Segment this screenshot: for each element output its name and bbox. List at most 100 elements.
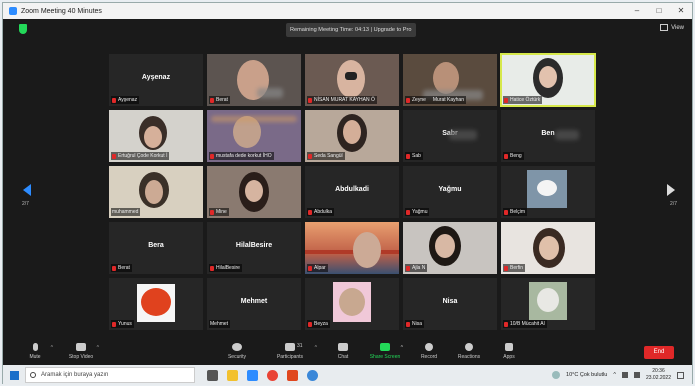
participant-tile[interactable]: muhammed (109, 166, 203, 218)
participant-label: Berfin (503, 264, 526, 272)
participants-button[interactable]: Participants 31 ^ (267, 343, 317, 360)
participants-count: 31 (297, 343, 303, 349)
muted-mic-icon (112, 321, 116, 327)
participant-label: Belçim (503, 208, 528, 216)
participant-tile[interactable]: Nisa Nisa (403, 278, 497, 330)
zoom-window: Zoom Meeting 40 Minutes – □ ✕ Remaining … (2, 2, 693, 385)
task-view-icon[interactable] (207, 369, 218, 381)
participant-tile[interactable]: Ben Beng (501, 110, 595, 162)
network-icon[interactable] (621, 372, 628, 378)
chevron-up-icon[interactable]: ^ (401, 345, 403, 351)
participant-tile[interactable]: NİSAN MURAT KAYHAN Ö (305, 54, 399, 106)
participant-tile[interactable]: Alpar (305, 222, 399, 274)
participant-label: Yağmu (405, 208, 430, 216)
participant-label: Ertuğrul Çode Korkut İ (111, 152, 170, 160)
participant-label: Beyza (307, 320, 330, 328)
participant-label: HilalBesire (209, 264, 242, 272)
record-icon (425, 343, 433, 351)
upgrade-link[interactable]: Upgrade to Pro (374, 27, 412, 33)
chevron-up-icon[interactable]: ^ (51, 345, 53, 351)
participant-tile[interactable]: Bera Berat (109, 222, 203, 274)
search-icon (30, 372, 36, 378)
clock[interactable]: 20:36 23.02.2022 (646, 368, 671, 382)
participant-tile[interactable]: Berat (207, 54, 301, 106)
participant-tile[interactable]: Ertuğrul Çode Korkut İ (109, 110, 203, 162)
participant-name-display: Nisa (442, 298, 458, 305)
grid-view-icon (660, 24, 669, 31)
security-button[interactable]: Security (217, 343, 257, 360)
view-button[interactable]: View (660, 24, 684, 31)
bridge-background (305, 250, 399, 254)
participant-tile[interactable]: mustafa dede korkut İHO (207, 110, 301, 162)
participant-tile[interactable]: Mehmet Mehmet (207, 278, 301, 330)
participant-tile[interactable]: Mine (207, 166, 301, 218)
shield-icon[interactable] (19, 24, 27, 34)
chevron-up-icon[interactable]: ^ (613, 372, 616, 378)
close-icon[interactable]: ✕ (670, 3, 692, 19)
participant-name-display: Ayşenaz (141, 74, 171, 81)
chrome-icon[interactable] (267, 369, 278, 381)
participant-tile[interactable]: Seda Sangül (305, 110, 399, 162)
file-explorer-icon[interactable] (227, 369, 238, 381)
security-shield-icon (232, 343, 242, 351)
end-meeting-button[interactable]: End (644, 346, 674, 359)
participant-tile[interactable]: Abdulkadi Abdulka (305, 166, 399, 218)
participant-label: NİSAN MURAT KAYHAN Ö (307, 96, 377, 104)
cartoon-avatar (141, 288, 171, 316)
participant-tile[interactable]: Beyza (305, 278, 399, 330)
muted-mic-icon (406, 265, 410, 271)
muted-mic-icon (504, 321, 508, 327)
participant-name-display: Abdulkadi (335, 186, 369, 193)
participant-tile[interactable]: Zeyne Murat Kayhan (403, 54, 497, 106)
share-screen-button[interactable]: Share Screen ^ (365, 343, 405, 360)
participant-tile[interactable]: Yunus (109, 278, 203, 330)
participant-label: Ajla N (405, 264, 428, 272)
participant-tile[interactable]: Berfin (501, 222, 595, 274)
stop-video-button[interactable]: Stop Video ^ (61, 343, 101, 360)
participant-label: Hatice Öztürk (503, 96, 543, 104)
apps-button[interactable]: Apps (489, 343, 529, 360)
volume-icon[interactable] (633, 372, 640, 378)
taskbar-search[interactable]: Aramak için buraya yazın (25, 367, 195, 383)
participant-tile-active-speaker[interactable]: Hatice Öztürk (500, 53, 596, 107)
start-button[interactable] (3, 365, 25, 385)
participant-tile[interactable]: Yağmu Yağmu (403, 166, 497, 218)
participant-label: mustafa dede korkut İHO (209, 152, 274, 160)
participant-tile[interactable]: Ayşenaz Ayşenaz (109, 54, 203, 106)
participant-name-display: Bera (148, 242, 164, 249)
minimize-icon[interactable]: – (626, 3, 648, 19)
participant-tile[interactable]: Sabr Sab (403, 110, 497, 162)
participant-label: Alpar (307, 264, 328, 272)
participant-tile[interactable]: Belçim (501, 166, 595, 218)
chat-button[interactable]: Chat (323, 343, 363, 360)
reactions-button[interactable]: Reactions (449, 343, 489, 360)
participant-tile[interactable]: HilalBesire HilalBesire (207, 222, 301, 274)
muted-mic-icon (210, 153, 214, 159)
record-button[interactable]: Record (409, 343, 449, 360)
participants-icon (285, 343, 295, 351)
edge-icon[interactable] (307, 369, 318, 381)
weather-text[interactable]: 10°C Çok bulutlu (566, 372, 607, 378)
office-icon[interactable] (287, 369, 298, 381)
previous-page-arrow-icon[interactable] (23, 184, 31, 196)
chevron-up-icon[interactable]: ^ (97, 345, 99, 351)
muted-mic-icon (308, 209, 312, 215)
maximize-icon[interactable]: □ (648, 3, 670, 19)
participant-label: Berat (111, 264, 132, 272)
share-screen-icon (380, 343, 390, 351)
muted-mic-icon (504, 97, 508, 103)
muted-mic-icon (112, 265, 116, 271)
muted-mic-icon (112, 153, 116, 159)
title-bar: Zoom Meeting 40 Minutes – □ ✕ (3, 3, 692, 19)
chevron-up-icon[interactable]: ^ (315, 345, 317, 351)
muted-mic-icon (406, 321, 410, 327)
participant-tile[interactable]: Ajla N (403, 222, 497, 274)
participant-name-display: HilalBesire (235, 242, 273, 249)
notifications-icon[interactable] (677, 371, 684, 379)
mute-button[interactable]: Mute ^ (15, 343, 55, 360)
meeting-toolbar: Mute ^ Stop Video ^ Security Participant… (3, 341, 692, 365)
participant-tile[interactable]: 10/B Mücahit Al (501, 278, 595, 330)
next-page-arrow-icon[interactable] (667, 184, 675, 196)
zoom-logo-icon (9, 7, 17, 15)
zoom-app-icon[interactable] (247, 369, 258, 381)
